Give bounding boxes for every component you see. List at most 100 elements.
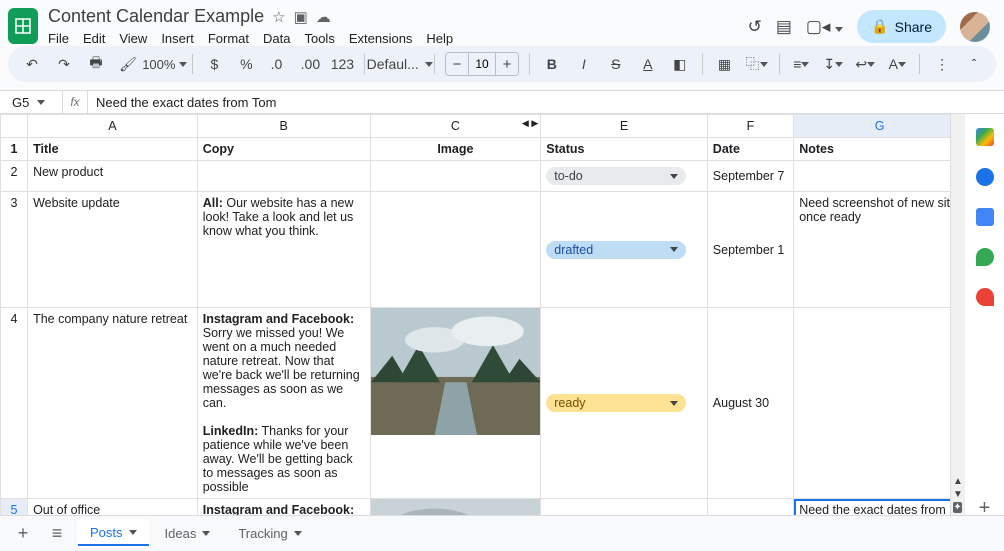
- add-sheet-button[interactable]: +: [10, 523, 36, 544]
- merge-cells-button[interactable]: ⿻: [745, 50, 769, 78]
- keep-panel-icon[interactable]: [976, 168, 994, 186]
- contacts-panel-icon[interactable]: [976, 248, 994, 266]
- cell-F5[interactable]: August 19: [707, 499, 793, 516]
- bold-button[interactable]: B: [540, 50, 564, 78]
- add-panel-icon[interactable]: +: [976, 497, 994, 515]
- strikethrough-button[interactable]: S: [604, 50, 628, 78]
- menu-format[interactable]: Format: [208, 31, 249, 46]
- menu-tools[interactable]: Tools: [304, 31, 334, 46]
- vertical-scrollbar[interactable]: ▲ ▼ ✦: [950, 114, 964, 515]
- column-header-E[interactable]: E: [541, 115, 708, 138]
- redo-button[interactable]: ↷: [52, 50, 76, 78]
- status-chip[interactable]: drafted: [546, 241, 686, 259]
- header-cell-B[interactable]: Copy: [197, 138, 370, 161]
- increase-decimal-button[interactable]: .00: [298, 50, 322, 78]
- format-percent-button[interactable]: %: [234, 50, 258, 78]
- cell-A3[interactable]: Website update: [28, 192, 198, 308]
- formula-input[interactable]: Need the exact dates from Tom: [88, 95, 1004, 110]
- cell-G5[interactable]: Need the exact dates from Tom: [794, 499, 950, 516]
- cell-B5[interactable]: Instagram and Facebook: You can send us …: [197, 499, 370, 516]
- menu-extensions[interactable]: Extensions: [349, 31, 413, 46]
- cell-G4[interactable]: [794, 308, 950, 499]
- name-box[interactable]: G5: [0, 95, 62, 110]
- meet-icon[interactable]: ▢◂: [806, 17, 843, 37]
- cell-G3[interactable]: Need screenshot of new site once ready: [794, 192, 950, 308]
- undo-button[interactable]: ↶: [20, 50, 44, 78]
- scroll-down-icon[interactable]: ▼: [953, 489, 962, 500]
- header-cell-E[interactable]: Status: [541, 138, 708, 161]
- more-formats-button[interactable]: 123: [330, 50, 354, 78]
- header-cell-G[interactable]: Notes: [794, 138, 950, 161]
- italic-button[interactable]: I: [572, 50, 596, 78]
- tasks-panel-icon[interactable]: [976, 208, 994, 226]
- star-icon[interactable]: ☆: [272, 8, 285, 26]
- column-header-G[interactable]: G: [794, 115, 950, 138]
- comments-icon[interactable]: ▤: [776, 17, 792, 37]
- row-header-5[interactable]: 5: [1, 499, 28, 516]
- menu-insert[interactable]: Insert: [161, 31, 194, 46]
- menu-edit[interactable]: Edit: [83, 31, 105, 46]
- cell-A5[interactable]: Out of office: [28, 499, 198, 516]
- decrease-font-button[interactable]: −: [446, 56, 468, 73]
- cell-F2[interactable]: September 7: [707, 161, 793, 192]
- cell-F3[interactable]: September 1: [707, 192, 793, 308]
- column-header-A[interactable]: A: [28, 115, 198, 138]
- cell-B2[interactable]: [197, 161, 370, 192]
- spreadsheet-grid[interactable]: ABC◀ ▶EFG1TitleCopyImageStatusDateNotes2…: [0, 114, 950, 515]
- menu-file[interactable]: File: [48, 31, 69, 46]
- decrease-decimal-button[interactable]: .0: [266, 50, 290, 78]
- row-header-3[interactable]: 3: [1, 192, 28, 308]
- text-color-button[interactable]: A: [636, 50, 660, 78]
- column-header-F[interactable]: F: [707, 115, 793, 138]
- column-header-B[interactable]: B: [197, 115, 370, 138]
- cell-E5[interactable]: posted: [541, 499, 708, 516]
- cloud-status-icon[interactable]: ☁: [316, 8, 331, 26]
- menu-help[interactable]: Help: [426, 31, 453, 46]
- text-rotate-button[interactable]: A: [885, 50, 909, 78]
- account-avatar[interactable]: [960, 12, 990, 42]
- cell-C3[interactable]: [370, 192, 541, 308]
- cell-A2[interactable]: New product: [28, 161, 198, 192]
- horizontal-align-button[interactable]: ≡: [789, 50, 813, 78]
- cell-E2[interactable]: to-do: [541, 161, 708, 192]
- cell-C2[interactable]: [370, 161, 541, 192]
- header-cell-C[interactable]: Image: [370, 138, 541, 161]
- status-chip[interactable]: ready: [546, 394, 686, 412]
- increase-font-button[interactable]: +: [496, 56, 518, 73]
- more-tools-button[interactable]: ⋮: [930, 50, 954, 78]
- paint-format-button[interactable]: 🖌: [116, 50, 140, 78]
- select-all-corner[interactable]: [1, 115, 28, 138]
- fill-color-button[interactable]: ◧: [668, 50, 692, 78]
- cell-F4[interactable]: August 30: [707, 308, 793, 499]
- cell-B3[interactable]: All: Our website has a new look! Take a …: [197, 192, 370, 308]
- status-chip[interactable]: to-do: [546, 167, 686, 185]
- row-header-4[interactable]: 4: [1, 308, 28, 499]
- print-button[interactable]: 🖶: [84, 50, 108, 78]
- move-icon[interactable]: ▣: [294, 8, 308, 26]
- format-currency-button[interactable]: $: [202, 50, 226, 78]
- row-header-2[interactable]: 2: [1, 161, 28, 192]
- maps-panel-icon[interactable]: [976, 288, 994, 306]
- cell-G2[interactable]: [794, 161, 950, 192]
- cell-C5[interactable]: [370, 499, 541, 516]
- explore-button[interactable]: ✦: [953, 502, 962, 513]
- history-icon[interactable]: ↺: [748, 17, 762, 37]
- header-cell-A[interactable]: Title: [28, 138, 198, 161]
- menu-view[interactable]: View: [119, 31, 147, 46]
- document-title[interactable]: Content Calendar Example: [48, 6, 264, 27]
- font-size-input[interactable]: [468, 53, 496, 75]
- sheet-tab-posts[interactable]: Posts: [78, 519, 149, 548]
- share-button[interactable]: 🔒 Share: [857, 10, 946, 43]
- scroll-up-icon[interactable]: ▲: [953, 476, 962, 487]
- all-sheets-button[interactable]: ≡: [44, 523, 70, 544]
- column-header-C[interactable]: C◀ ▶: [370, 115, 541, 138]
- cell-A4[interactable]: The company nature retreat: [28, 308, 198, 499]
- header-cell-F[interactable]: Date: [707, 138, 793, 161]
- sheet-tab-ideas[interactable]: Ideas: [153, 519, 223, 548]
- sheets-app-icon[interactable]: [8, 8, 38, 44]
- cell-B4[interactable]: Instagram and Facebook: Sorry we missed …: [197, 308, 370, 499]
- text-wrap-button[interactable]: ↩: [853, 50, 877, 78]
- cell-E4[interactable]: ready: [541, 308, 708, 499]
- sheet-tab-tracking[interactable]: Tracking: [226, 519, 313, 548]
- font-family-dropdown[interactable]: Defaul...: [375, 50, 424, 78]
